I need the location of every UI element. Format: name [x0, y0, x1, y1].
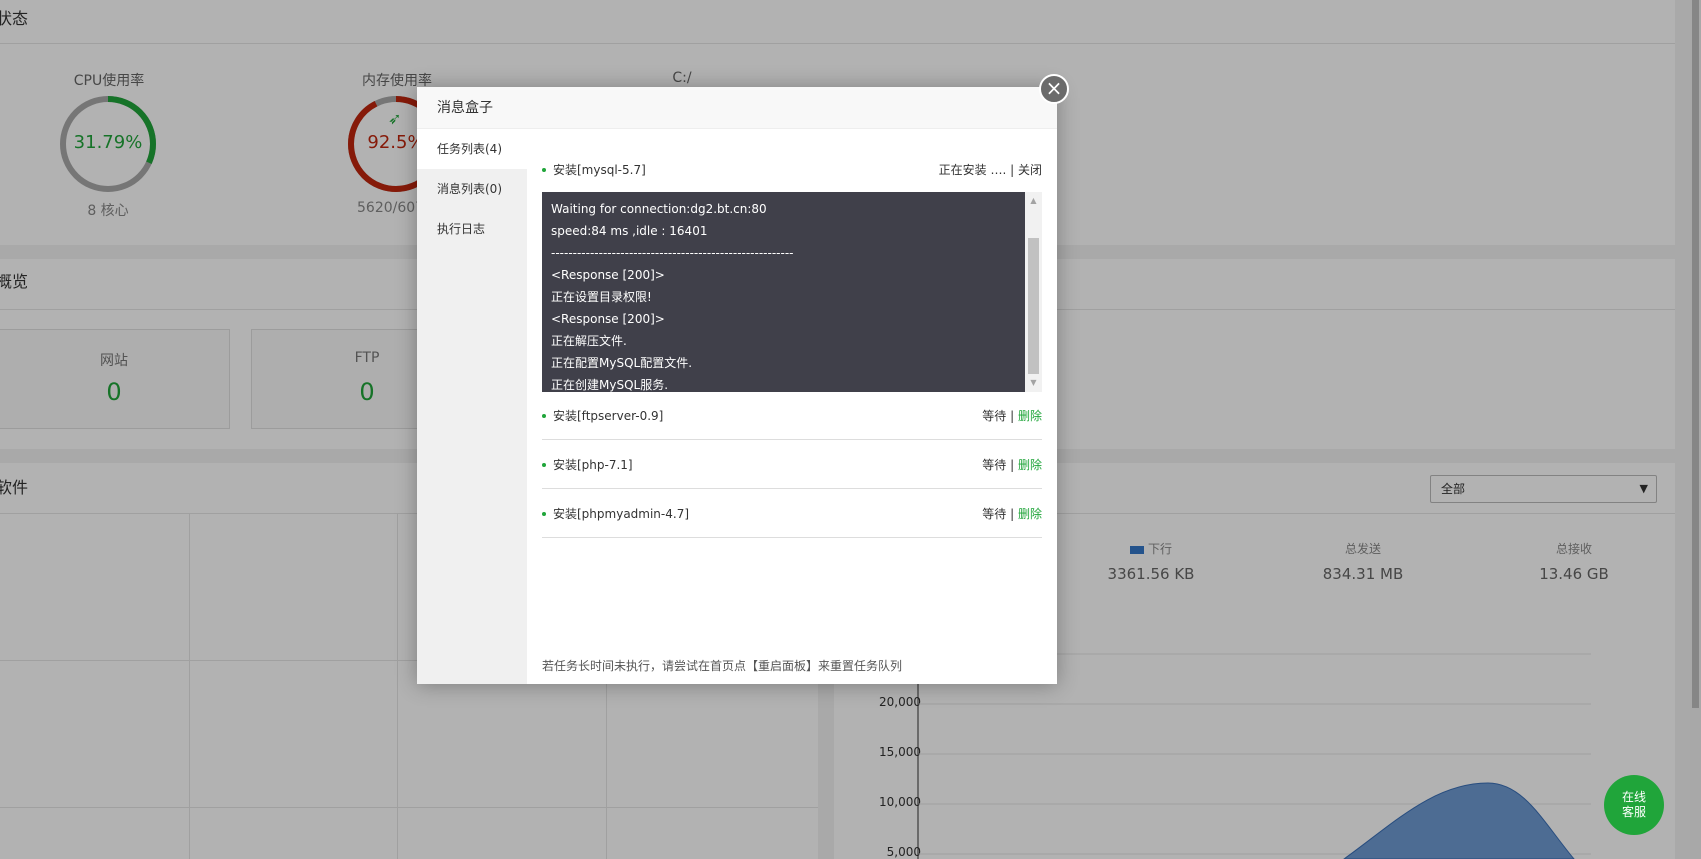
- console-line: <Response [200]>: [551, 268, 665, 282]
- scroll-down-icon[interactable]: ▼: [1025, 376, 1042, 390]
- console-scrollbar[interactable]: ▲ ▼: [1025, 192, 1042, 392]
- task-delete-button[interactable]: 删除: [1018, 409, 1042, 423]
- console-line: 正在配置MySQL配置文件.: [551, 356, 693, 370]
- console-line: ----------------------------------------…: [551, 246, 794, 260]
- console-line: 正在设置目录权限!: [551, 290, 652, 304]
- close-icon[interactable]: ×: [1039, 74, 1069, 104]
- message-box-modal: 消息盒子 任务列表(4) 消息列表(0) 执行日志 安装[mysql-5.7] …: [417, 87, 1057, 684]
- task-close-button[interactable]: 关闭: [1018, 163, 1042, 177]
- task-status: 正在安装 ….: [938, 163, 1007, 177]
- task-status: 等待: [982, 507, 1007, 521]
- task-item-mysql: 安装[mysql-5.7] 正在安装 …. | 关闭: [542, 129, 1042, 192]
- task-status: 等待: [982, 458, 1007, 472]
- console-line: 正在解压文件.: [551, 334, 627, 348]
- task-item-ftpserver: 安装[ftpserver-0.9] 等待 | 删除: [542, 392, 1042, 440]
- console-line: Waiting for connection:dg2.bt.cn:80: [551, 202, 767, 216]
- tab-task-list[interactable]: 任务列表(4): [417, 129, 527, 169]
- console-line: <Response [200]>: [551, 312, 665, 326]
- install-console: Waiting for connection:dg2.bt.cn:80 spee…: [542, 192, 1042, 392]
- task-item-php: 安装[php-7.1] 等待 | 删除: [542, 441, 1042, 489]
- task-delete-button[interactable]: 删除: [1018, 458, 1042, 472]
- modal-footer-hint: 若任务长时间未执行，请尝试在首页点【重启面板】来重置任务队列: [542, 659, 903, 673]
- task-status: 等待: [982, 409, 1007, 423]
- console-scrollbar-thumb[interactable]: [1028, 238, 1039, 374]
- tab-execution-log[interactable]: 执行日志: [417, 209, 527, 249]
- tab-message-list[interactable]: 消息列表(0): [417, 169, 527, 209]
- console-line: 正在创建MySQL服务.: [551, 378, 669, 392]
- task-item-phpmyadmin: 安装[phpmyadmin-4.7] 等待 | 删除: [542, 490, 1042, 538]
- task-delete-button[interactable]: 删除: [1018, 507, 1042, 521]
- modal-title: 消息盒子: [417, 87, 1057, 129]
- online-support-button[interactable]: 在线 客服: [1604, 775, 1664, 835]
- console-line: speed:84 ms ,idle : 16401: [551, 224, 708, 238]
- scroll-up-icon[interactable]: ▲: [1025, 194, 1042, 208]
- modal-sidebar: 任务列表(4) 消息列表(0) 执行日志: [417, 129, 527, 684]
